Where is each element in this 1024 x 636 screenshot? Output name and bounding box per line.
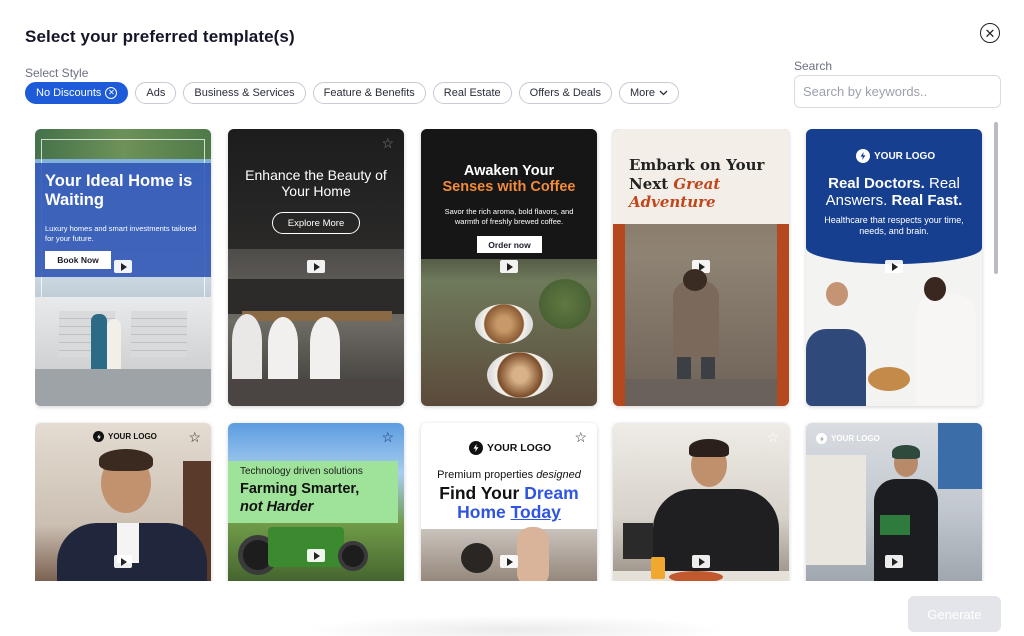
chip-label: No Discounts	[36, 87, 102, 99]
template-grid: Your Ideal Home is Waiting Luxury homes …	[35, 129, 985, 581]
video-play-icon	[692, 555, 710, 568]
video-play-icon	[307, 549, 325, 562]
chip-no-discounts[interactable]: No Discounts ✕	[25, 82, 129, 104]
logo-mark-icon	[856, 149, 870, 163]
brand-logo: YOUR LOGO	[856, 149, 935, 163]
template-heading: Enhance the Beauty of Your Home	[245, 167, 387, 199]
template-heading-line-1: Find Your Dream	[421, 484, 597, 503]
template-heading-line-1: Real Doctors. Real	[806, 175, 982, 192]
template-card-adventure[interactable]: ☆ Embark on Your Next Great Adventure	[613, 129, 789, 406]
logo-text: YOUR LOGO	[874, 150, 936, 162]
select-style-label: Select Style	[25, 66, 89, 80]
logo-mark-icon	[469, 441, 483, 455]
template-heading-line-2: Answers. Real Fast.	[806, 192, 982, 209]
template-subheading: Technology driven solutions	[240, 466, 363, 477]
template-heading-line: Next Great	[629, 175, 785, 193]
chip-label: Offers & Deals	[529, 87, 601, 99]
video-play-icon	[307, 260, 325, 273]
logo-text: YOUR LOGO	[487, 442, 552, 454]
chip-label: Ads	[146, 87, 166, 99]
logo-mark-icon	[93, 431, 104, 442]
logo-text: YOUR LOGO	[831, 434, 880, 443]
template-sub-2: designed	[536, 469, 581, 481]
template-card-coffee[interactable]: Awaken Your Senses with Coffee Savor the…	[421, 129, 597, 406]
template-heading-2: Senses with Coffee	[442, 179, 576, 195]
video-play-icon	[500, 260, 518, 273]
template-heading-2: Next	[629, 175, 669, 193]
template-cta: Order now	[477, 236, 542, 253]
chip-real-estate[interactable]: Real Estate	[432, 82, 512, 104]
search-input[interactable]	[794, 75, 1001, 108]
video-play-icon	[885, 260, 903, 273]
template-heading-1: Farming Smarter,	[240, 481, 360, 497]
template-picker-modal: Select your preferred template(s) ✕ Sele…	[0, 0, 1024, 636]
template-heading-4: Real Fast.	[891, 192, 963, 209]
chip-label: Business & Services	[194, 87, 295, 99]
video-play-icon	[114, 555, 132, 568]
chip-label: More	[629, 87, 656, 99]
chip-business-services[interactable]: Business & Services	[183, 82, 306, 104]
template-body: Healthcare that respects your time, need…	[824, 215, 964, 236]
close-icon[interactable]: ✕	[980, 23, 1000, 43]
remove-chip-icon[interactable]: ✕	[105, 87, 118, 99]
chevron-down-icon	[659, 90, 668, 96]
template-heading: Your Ideal Home is Waiting	[45, 172, 193, 209]
template-heading-4: Today	[510, 502, 561, 522]
template-heading-line-2: Home Today	[421, 503, 597, 522]
search-label: Search	[794, 59, 833, 73]
logo-mark-icon	[816, 433, 827, 444]
template-subheading: Premium properties designed	[421, 469, 597, 482]
favorite-star-icon[interactable]: ☆	[381, 430, 394, 444]
template-card-beauty-home[interactable]: ☆ Enhance the Beauty of Your Home Explor…	[228, 129, 404, 406]
brand-logo: YOUR LOGO	[816, 433, 880, 444]
brand-logo: YOUR LOGO	[469, 441, 551, 455]
template-card-businessman[interactable]: ☆ YOUR LOGO	[35, 423, 211, 581]
template-heading-2: Real	[929, 175, 960, 192]
modal-title: Select your preferred template(s)	[25, 27, 295, 46]
logo-text: YOUR LOGO	[108, 432, 157, 441]
brand-logo: YOUR LOGO	[93, 431, 157, 442]
template-body: Savor the rich aroma, bold flavors, and …	[444, 207, 574, 226]
template-sub-1: Premium properties	[437, 469, 534, 481]
template-heading-1: Embark on Your	[629, 156, 765, 174]
generate-button[interactable]: Generate	[908, 596, 1001, 632]
favorite-star-icon[interactable]: ☆	[188, 430, 201, 444]
chip-label: Real Estate	[443, 87, 501, 99]
template-heading-1: Real Doctors.	[828, 175, 925, 192]
chip-ads[interactable]: Ads	[135, 82, 177, 104]
template-heading-3: Home	[457, 502, 506, 522]
style-filter-chips: No Discounts ✕ Ads Business & Services F…	[25, 82, 680, 104]
chip-offers-deals[interactable]: Offers & Deals	[518, 82, 612, 104]
template-card-doctors[interactable]: ☆ YOUR LOGO Real Doctors. Real Answers. …	[806, 129, 982, 406]
template-card-ideal-home[interactable]: Your Ideal Home is Waiting Luxury homes …	[35, 129, 211, 406]
template-heading-2: Dream	[524, 483, 579, 503]
template-heading-1: Awaken Your	[463, 163, 555, 179]
favorite-star-icon[interactable]: ☆	[766, 430, 779, 444]
footer-shadow	[300, 615, 730, 636]
template-heading-1: Find Your	[439, 483, 520, 503]
chip-label: Feature & Benefits	[323, 87, 415, 99]
template-card-street-style[interactable]: ☆ YOUR LOGO	[806, 423, 982, 581]
chip-more-dropdown[interactable]: More	[618, 82, 680, 104]
template-cta: Explore More	[272, 212, 360, 234]
template-heading-3: Great	[673, 175, 721, 193]
template-heading-4: Adventure	[629, 193, 716, 211]
template-body: Luxury homes and smart investments tailo…	[45, 224, 197, 243]
favorite-star-icon[interactable]: ☆	[574, 430, 587, 444]
grid-scrollbar[interactable]	[994, 122, 998, 274]
video-play-icon	[885, 555, 903, 568]
video-play-icon	[114, 260, 132, 273]
template-card-dream-home[interactable]: ☆ YOUR LOGO Premium properties designed …	[421, 423, 597, 581]
template-heading-2: not Harder	[240, 499, 314, 515]
video-play-icon	[500, 555, 518, 568]
chip-feature-benefits[interactable]: Feature & Benefits	[312, 82, 426, 104]
template-heading-3: Answers.	[825, 192, 888, 209]
template-cta: Book Now	[45, 251, 111, 269]
template-card-dining[interactable]: ☆	[613, 423, 789, 581]
template-card-farming[interactable]: ☆ Technology driven solutions Farming Sm…	[228, 423, 404, 581]
